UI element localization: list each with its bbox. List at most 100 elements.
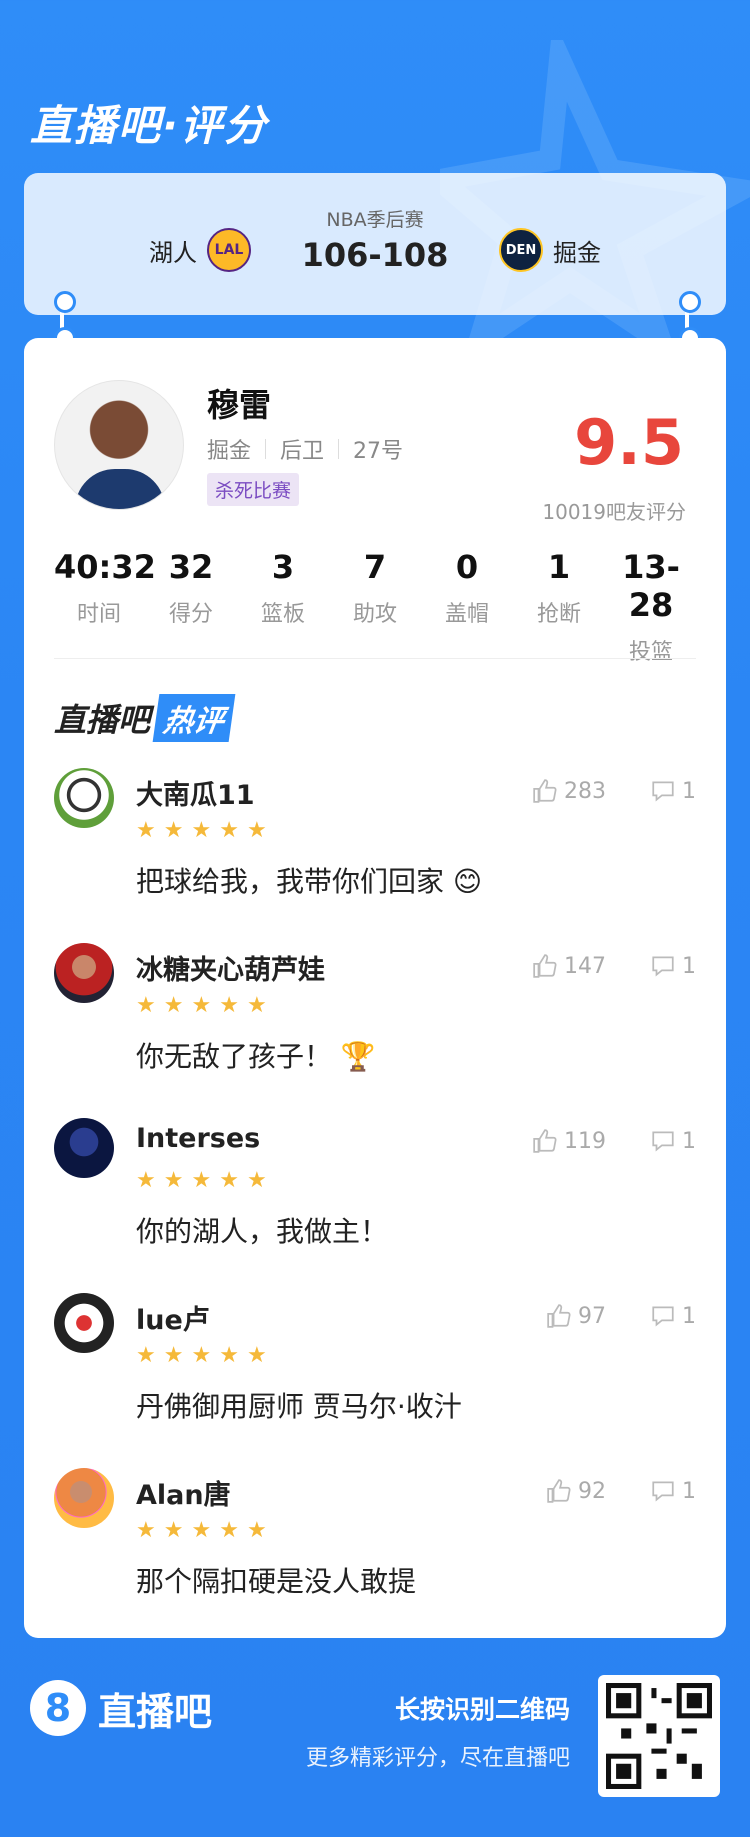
thumbs-up-icon bbox=[533, 779, 557, 803]
star-rating: ★ ★ ★ ★ ★ bbox=[136, 818, 267, 843]
user-avatar[interactable] bbox=[54, 1118, 114, 1178]
star-icon: ★ bbox=[191, 993, 212, 1018]
comment-text-content: 你无敌了孩子！ bbox=[136, 1040, 333, 1073]
stat-label: 得分 bbox=[168, 602, 213, 627]
match-card[interactable]: 湖人 LAL NBA季后赛 106-108 DEN 掘金 bbox=[24, 173, 726, 315]
user-avatar[interactable] bbox=[54, 1468, 114, 1528]
comment-username[interactable]: lue卢 bbox=[136, 1298, 210, 1337]
comment-text: 你的湖人，我做主！ bbox=[136, 1215, 389, 1248]
stat-value: 40:32 bbox=[54, 548, 156, 586]
meta-divider bbox=[265, 439, 267, 459]
star-icon: ★ bbox=[219, 993, 239, 1018]
player-rating-card: 穆雷 掘金 后卫 27号 杀死比赛 9.5 10019吧友评分 40:32 时间… bbox=[24, 338, 726, 1638]
comment-text: 丹佛御用厨师 贾马尔·收汁 bbox=[136, 1390, 462, 1423]
like-button[interactable]: 119 bbox=[532, 1128, 606, 1154]
player-name: 穆雷 bbox=[207, 386, 272, 424]
reply-button[interactable]: 1 bbox=[650, 1478, 696, 1504]
reply-button[interactable]: 1 bbox=[650, 1303, 696, 1329]
reply-button[interactable]: 1 bbox=[650, 953, 696, 979]
comment-username[interactable]: Interses bbox=[136, 1123, 260, 1154]
reply-button[interactable]: 1 bbox=[650, 1128, 696, 1154]
player-number: 27号 bbox=[353, 439, 404, 464]
comment-username[interactable]: Alan唐 bbox=[136, 1473, 231, 1512]
comment-icon bbox=[652, 956, 674, 977]
star-icon: ★ bbox=[219, 1168, 239, 1193]
qr-hint: 长按识别二维码 bbox=[394, 1695, 570, 1724]
like-button[interactable]: 283 bbox=[532, 778, 606, 804]
stat-value: 0 bbox=[455, 548, 479, 586]
away-team[interactable]: DEN 掘金 bbox=[499, 228, 601, 272]
reply-count: 1 bbox=[682, 953, 696, 979]
card-connector-right bbox=[679, 291, 701, 349]
star-icon: ★ bbox=[219, 1518, 239, 1543]
star-icon: ★ bbox=[246, 1343, 267, 1368]
thumbs-up-icon bbox=[547, 1304, 571, 1328]
brand-title: 直播吧·评分 bbox=[30, 101, 268, 150]
like-button[interactable]: 97 bbox=[546, 1303, 606, 1329]
user-avatar[interactable] bbox=[54, 1293, 114, 1353]
stat-label: 篮板 bbox=[260, 602, 305, 627]
zhibo8-logo-icon: 8 bbox=[30, 1680, 86, 1736]
stat-steals: 1 抢断 bbox=[514, 548, 604, 666]
footer-slogan: 更多精彩评分，尽在直播吧 bbox=[305, 1746, 570, 1771]
star-icon: ★ bbox=[246, 818, 267, 843]
star-icon: ★ bbox=[191, 818, 212, 843]
reply-count: 1 bbox=[682, 778, 696, 804]
user-avatar[interactable] bbox=[54, 768, 114, 828]
player-meta: 掘金 后卫 27号 bbox=[207, 433, 403, 465]
stat-shooting: 13-28 投篮 bbox=[606, 548, 696, 666]
stat-value: 1 bbox=[547, 548, 571, 586]
comment-username[interactable]: 冰糖夹心葫芦娃 bbox=[136, 948, 325, 987]
rating-count: 10019吧友评分 bbox=[542, 500, 686, 524]
star-icon: ★ bbox=[163, 818, 184, 843]
section-divider bbox=[54, 658, 696, 659]
trophy-icon: 🏆 bbox=[340, 1040, 376, 1073]
user-avatar[interactable] bbox=[54, 943, 114, 1003]
stat-time: 40:32 时间 bbox=[54, 548, 156, 666]
star-icon: ★ bbox=[191, 1168, 212, 1193]
stat-label: 抢断 bbox=[536, 602, 581, 627]
like-count: 97 bbox=[578, 1303, 606, 1329]
comment-username[interactable]: 大南瓜11 bbox=[136, 773, 255, 812]
star-icon: ★ bbox=[136, 818, 156, 843]
like-button[interactable]: 92 bbox=[546, 1478, 606, 1504]
stat-value: 13-28 bbox=[622, 548, 680, 624]
reply-count: 1 bbox=[682, 1128, 696, 1154]
star-rating: ★ ★ ★ ★ ★ bbox=[136, 1343, 267, 1368]
thumbs-up-icon bbox=[533, 954, 557, 978]
player-avatar[interactable] bbox=[54, 380, 184, 510]
qr-code[interactable] bbox=[598, 1675, 720, 1797]
match-center: NBA季后赛 106-108 bbox=[24, 205, 726, 274]
stat-label: 盖帽 bbox=[444, 602, 489, 627]
star-icon: ★ bbox=[219, 1343, 239, 1368]
star-icon: ★ bbox=[136, 1168, 156, 1193]
qr-code-icon bbox=[606, 1683, 712, 1789]
star-icon: ★ bbox=[246, 1168, 267, 1193]
comment-text: 你无敌了孩子！ 🏆 bbox=[136, 1035, 376, 1075]
stat-value: 32 bbox=[168, 548, 214, 586]
card-connector-left bbox=[54, 291, 76, 349]
like-count: 92 bbox=[578, 1478, 606, 1504]
star-icon: ★ bbox=[191, 1518, 212, 1543]
like-count: 283 bbox=[564, 778, 606, 804]
footer-brand-name: 直播吧 bbox=[98, 1689, 213, 1734]
stat-value: 7 bbox=[363, 548, 387, 586]
star-rating: ★ ★ ★ ★ ★ bbox=[136, 1518, 267, 1543]
star-icon: ★ bbox=[246, 1518, 267, 1543]
player-position: 后卫 bbox=[280, 439, 325, 464]
stat-value: 3 bbox=[271, 548, 295, 586]
stat-rebounds: 3 篮板 bbox=[238, 548, 328, 666]
like-count: 147 bbox=[564, 953, 606, 979]
reply-count: 1 bbox=[682, 1478, 696, 1504]
nuggets-logo-icon: DEN bbox=[499, 228, 543, 272]
meta-divider bbox=[338, 439, 340, 459]
star-icon: ★ bbox=[163, 1518, 184, 1543]
thumbs-up-icon bbox=[533, 1129, 557, 1153]
reply-button[interactable]: 1 bbox=[650, 778, 696, 804]
stat-points: 32 得分 bbox=[146, 548, 236, 666]
stat-label: 投篮 bbox=[628, 640, 673, 665]
stat-label: 助攻 bbox=[352, 602, 397, 627]
emoji-icon: 😊 bbox=[452, 865, 483, 898]
comment-icon bbox=[652, 1306, 674, 1327]
like-button[interactable]: 147 bbox=[532, 953, 606, 979]
